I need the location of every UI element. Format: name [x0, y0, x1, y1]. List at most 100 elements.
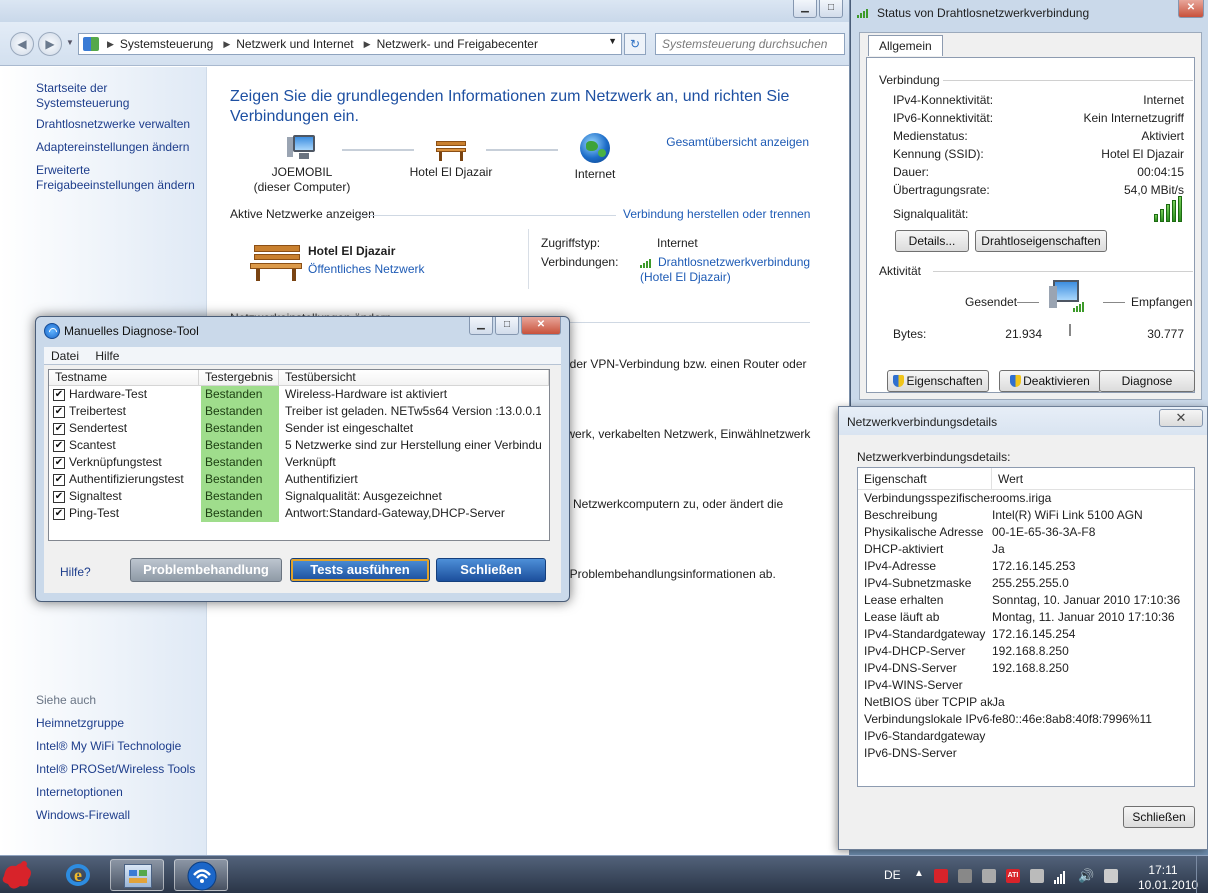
sidebar-item-manage-wireless[interactable]: Drahtlosnetzwerke verwalten [36, 117, 204, 132]
antivirus-icon[interactable] [934, 869, 948, 883]
sidebar-item-my-wifi[interactable]: Intel® My WiFi Technologie [36, 739, 204, 754]
column-header-property[interactable]: Eigenschaft [858, 468, 992, 489]
checkbox[interactable]: ✔ [53, 422, 65, 435]
table-row[interactable]: ✔ Authentifizierungstest Bestanden Authenti… [49, 471, 549, 488]
sidebar-item-home[interactable]: Startseite der Systemsteuerung [36, 81, 204, 111]
network-map-computer[interactable]: JOEMOBIL (dieser Computer) [246, 135, 358, 195]
network-map-network[interactable]: Hotel El Djazair [400, 135, 502, 180]
table-row[interactable]: IPv4-Standardgateway 172.16.145.254 [858, 626, 1194, 643]
column-header-value[interactable]: Wert [992, 468, 1194, 489]
search-input[interactable]: Systemsteuerung durchsuchen [655, 33, 845, 55]
table-row[interactable]: IPv6-DNS-Server [858, 745, 1194, 762]
sidebar-item-adapter-settings[interactable]: Adaptereinstellungen ändern [36, 140, 204, 155]
maximize-button[interactable]: □ [819, 0, 843, 18]
column-header-result[interactable]: Testergebnis [199, 370, 279, 385]
close-button[interactable]: ✕ [1178, 0, 1204, 18]
table-row[interactable]: IPv4-WINS-Server [858, 677, 1194, 694]
table-row[interactable]: ✔ Scantest Bestanden 5 Netzwerke sind zur H… [49, 437, 549, 454]
close-button[interactable]: ✕ [521, 317, 561, 335]
help-link[interactable]: Hilfe? [60, 565, 91, 579]
refresh-button[interactable]: ↻ [624, 33, 646, 55]
table-row[interactable]: ✔ Hardware-Test Bestanden Wireless-Hardware… [49, 386, 549, 403]
menu-help[interactable]: Hilfe [95, 349, 119, 363]
show-hidden-icons-icon[interactable]: ▲ [914, 868, 924, 879]
taskbar-internet-explorer[interactable]: e [52, 859, 106, 891]
table-row[interactable]: IPv6-Standardgateway [858, 728, 1194, 745]
address-dropdown-icon[interactable]: ▼ [608, 36, 617, 46]
ati-icon[interactable]: ATI [1006, 869, 1020, 883]
table-row[interactable]: ✔ Ping-Test Bestanden Antwort:Standard-Gate… [49, 505, 549, 522]
details-table[interactable]: Eigenschaft Wert Verbindungsspezifisches… [857, 467, 1195, 787]
table-row[interactable]: Lease läuft ab Montag, 11. Januar 2010 17… [858, 609, 1194, 626]
table-row[interactable]: Lease erhalten Sonntag, 10. Januar 2010 1… [858, 592, 1194, 609]
minimize-button[interactable]: ▁ [469, 317, 493, 335]
tab-general[interactable]: Allgemein [868, 35, 943, 56]
test-list[interactable]: Testname Testergebnis Testübersicht ✔ Har… [48, 369, 550, 541]
sidebar-item-firewall[interactable]: Windows-Firewall [36, 808, 204, 823]
full-map-link[interactable]: Gesamtübersicht anzeigen [666, 135, 809, 149]
table-row[interactable]: DHCP-aktiviert Ja [858, 541, 1194, 558]
clock[interactable]: 17:11 10.01.2010 [1138, 863, 1198, 893]
table-row[interactable]: NetBIOS über TCPIP ak... Ja [858, 694, 1194, 711]
maximize-button[interactable]: □ [495, 317, 519, 335]
checkbox[interactable]: ✔ [53, 507, 65, 520]
column-header-summary[interactable]: Testübersicht [279, 370, 549, 385]
table-row[interactable]: Verbindungsspezifisches... rooms.iriga [858, 490, 1194, 507]
diagnose-button[interactable]: Diagnose [1099, 370, 1195, 392]
recent-pages-dropdown-icon[interactable]: ▼ [66, 38, 74, 47]
table-row[interactable]: IPv4-Subnetzmaske 255.255.255.0 [858, 575, 1194, 592]
checkbox[interactable]: ✔ [53, 456, 65, 469]
table-row[interactable]: ✔ Sendertest Bestanden Sender ist eingescha… [49, 420, 549, 437]
forward-button[interactable]: ▶ [38, 32, 62, 56]
network-type-link[interactable]: Öffentliches Netzwerk [308, 262, 425, 276]
table-row[interactable]: IPv4-DHCP-Server 192.168.8.250 [858, 643, 1194, 660]
wireless-connection-link[interactable]: Drahtlosnetzwerkverbindung (Hotel El Dja… [640, 255, 820, 285]
close-button[interactable]: ✕ [1159, 409, 1203, 427]
details-button[interactable]: Details... [895, 230, 969, 252]
table-row[interactable]: Physikalische Adresse 00-1E-65-36-3A-F8 [858, 524, 1194, 541]
troubleshoot-button[interactable]: Problembehandlung [130, 558, 282, 582]
address-bar[interactable]: ▶ Systemsteuerung ▶ Netzwerk und Interne… [78, 33, 622, 55]
breadcrumb-network-center[interactable]: Netzwerk- und Freigabecenter [377, 37, 538, 51]
volume-icon[interactable]: 🔊 [1078, 868, 1094, 884]
tray-app-icon[interactable] [1104, 869, 1118, 883]
table-row[interactable]: IPv4-Adresse 172.16.145.253 [858, 558, 1194, 575]
tray-app-icon[interactable] [1030, 869, 1044, 883]
column-header-testname[interactable]: Testname [49, 370, 199, 385]
table-row[interactable]: IPv4-DNS-Server 192.168.8.250 [858, 660, 1194, 677]
minimize-button[interactable]: ▁ [793, 0, 817, 18]
properties-button[interactable]: Eigenschaften [887, 370, 989, 392]
language-indicator[interactable]: DE [884, 868, 901, 882]
sidebar-item-proset[interactable]: Intel® PROSet/Wireless Tools [36, 762, 204, 777]
start-button[interactable] [0, 856, 36, 893]
connect-disconnect-link[interactable]: Verbindung herstellen oder trennen [623, 207, 810, 221]
checkbox[interactable]: ✔ [53, 405, 65, 418]
sidebar-item-homegroup[interactable]: Heimnetzgruppe [36, 716, 204, 731]
tray-app-icon[interactable] [982, 869, 996, 883]
network-signal-icon[interactable] [1054, 869, 1068, 884]
table-row[interactable]: ✔ Verknüpfungstest Bestanden Verknüpft [49, 454, 549, 471]
details-close-button[interactable]: Schließen [1123, 806, 1195, 828]
back-button[interactable]: ◀ [10, 32, 34, 56]
table-row[interactable]: ✔ Signaltest Bestanden Signalqualität: Ausg… [49, 488, 549, 505]
network-map-internet[interactable]: Internet [550, 133, 640, 182]
show-desktop-button[interactable] [1196, 856, 1208, 893]
wireless-properties-button[interactable]: Drahtloseigenschaften [975, 230, 1107, 252]
checkbox[interactable]: ✔ [53, 490, 65, 503]
checkbox[interactable]: ✔ [53, 473, 65, 486]
sidebar-item-advanced-sharing[interactable]: Erweiterte Freigabeeinstellungen ändern [36, 163, 204, 193]
taskbar-control-panel[interactable] [110, 859, 164, 891]
disable-button[interactable]: Deaktivieren [999, 370, 1101, 392]
checkbox[interactable]: ✔ [53, 388, 65, 401]
close-diagnose-button[interactable]: Schließen [436, 558, 546, 582]
run-tests-button[interactable]: Tests ausführen [290, 558, 430, 582]
taskbar-wifi-tool[interactable] [174, 859, 228, 891]
menu-file[interactable]: Datei [51, 349, 79, 363]
table-row[interactable]: ✔ Treibertest Bestanden Treiber ist geladen… [49, 403, 549, 420]
table-row[interactable]: Beschreibung Intel(R) WiFi Link 5100 AGN [858, 507, 1194, 524]
tray-app-icon[interactable] [958, 869, 972, 883]
sidebar-item-internet-options[interactable]: Internetoptionen [36, 785, 204, 800]
breadcrumb-control-panel[interactable]: Systemsteuerung [120, 37, 213, 51]
table-row[interactable]: Verbindungslokale IPv6-... fe80::46e:8ab8… [858, 711, 1194, 728]
breadcrumb-network-internet[interactable]: Netzwerk und Internet [236, 37, 353, 51]
